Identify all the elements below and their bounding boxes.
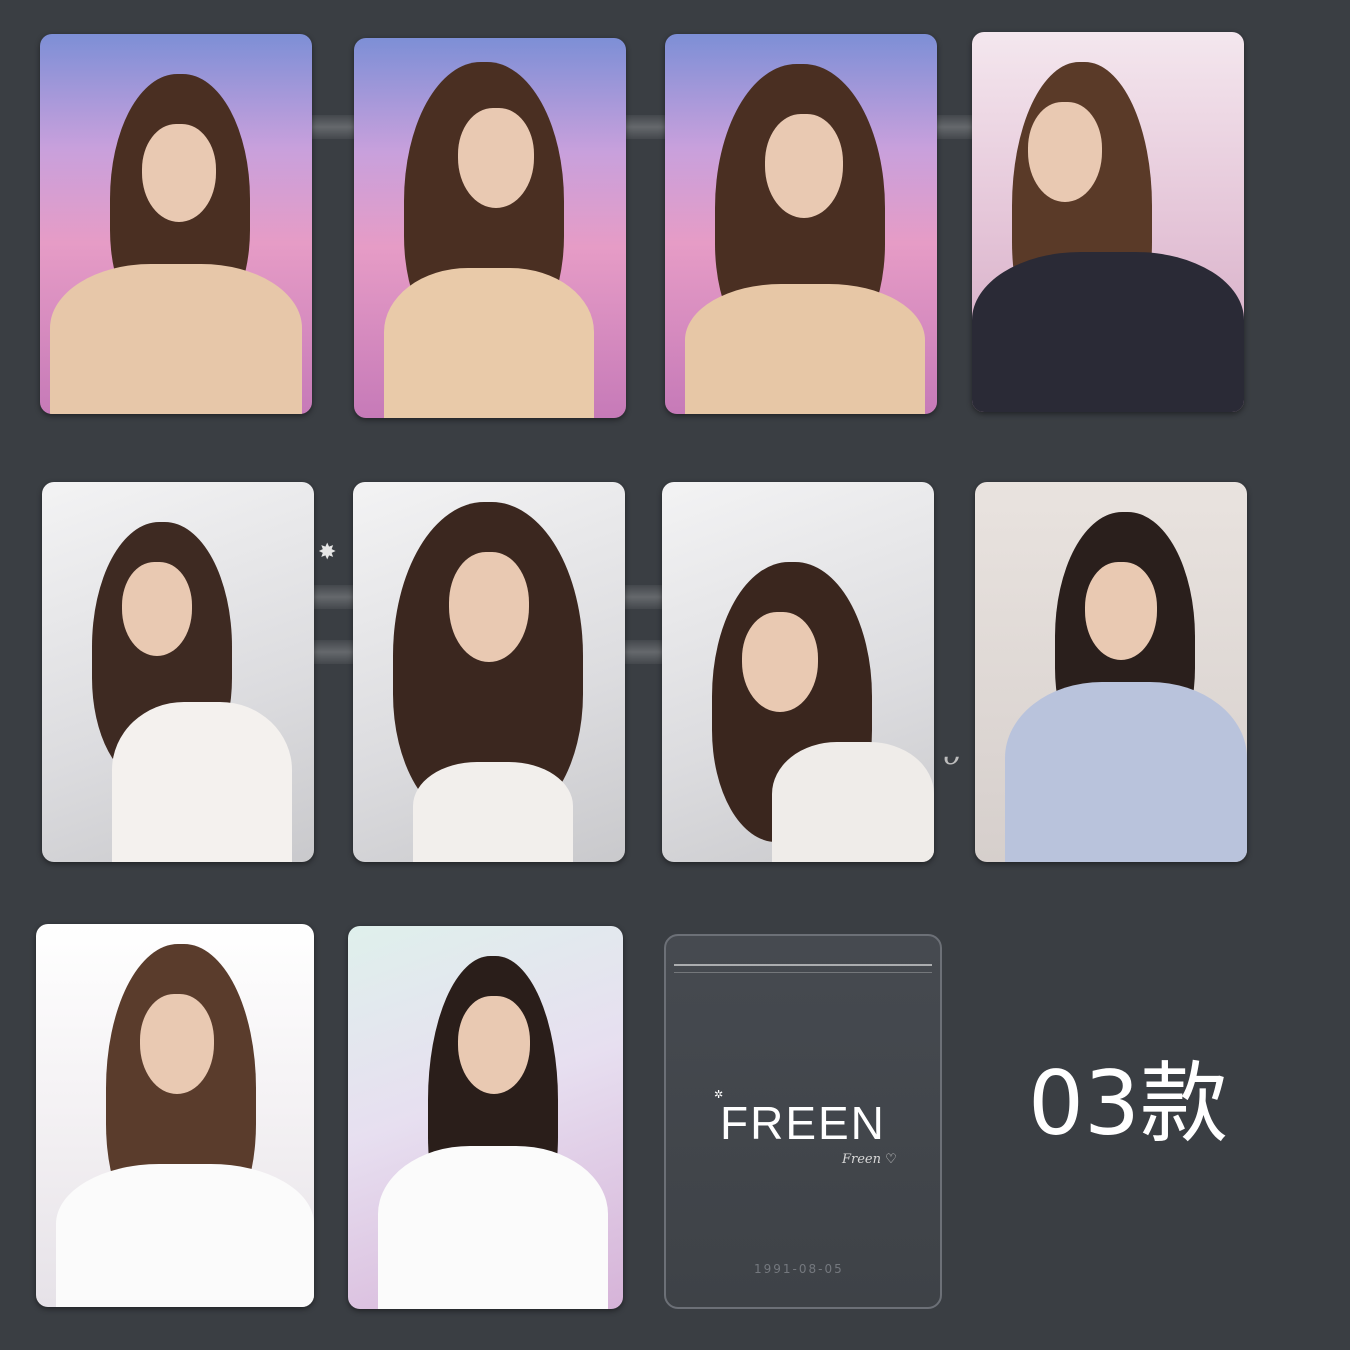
photo-card[interactable]: [40, 34, 312, 414]
face-shape: [458, 108, 534, 208]
sleeve-card[interactable]: ✲ FREEN Freen ♡ 1991-08-05: [664, 934, 942, 1309]
face-shape: [122, 562, 192, 656]
outfit-shape: [112, 702, 292, 862]
photo-card[interactable]: [975, 482, 1247, 862]
face-shape: [742, 612, 818, 712]
outfit-shape: [1005, 682, 1247, 862]
outfit-shape: [413, 762, 573, 862]
brand-signature: Freen ♡: [842, 1152, 897, 1167]
scribble-decoration: ᴗ: [942, 738, 959, 771]
photo-card[interactable]: [665, 34, 937, 414]
photo-card[interactable]: [354, 38, 626, 418]
outfit-shape: [772, 742, 934, 862]
face-shape: [765, 114, 843, 218]
photo-card[interactable]: [972, 32, 1244, 412]
outfit-shape: [56, 1164, 314, 1307]
outfit-shape: [50, 264, 302, 414]
outfit-shape: [384, 268, 594, 418]
photo-card[interactable]: [348, 926, 623, 1309]
photo-card[interactable]: [42, 482, 314, 862]
sparkle-icon: ✸: [318, 540, 337, 565]
face-shape: [142, 124, 216, 222]
face-shape: [449, 552, 529, 662]
brand-title: FREEN: [720, 1097, 886, 1149]
outfit-shape: [972, 252, 1244, 412]
face-shape: [140, 994, 214, 1094]
photo-card[interactable]: [662, 482, 934, 862]
variant-label: 03款: [1028, 1052, 1228, 1155]
face-shape: [458, 996, 530, 1094]
face-shape: [1028, 102, 1102, 202]
zip-seal: [674, 964, 932, 973]
photo-card[interactable]: [353, 482, 625, 862]
face-shape: [1085, 562, 1157, 660]
outfit-shape: [378, 1146, 608, 1309]
sleeve-date: 1991-08-05: [754, 1262, 844, 1276]
photo-card[interactable]: [36, 924, 314, 1307]
outfit-shape: [685, 284, 925, 414]
